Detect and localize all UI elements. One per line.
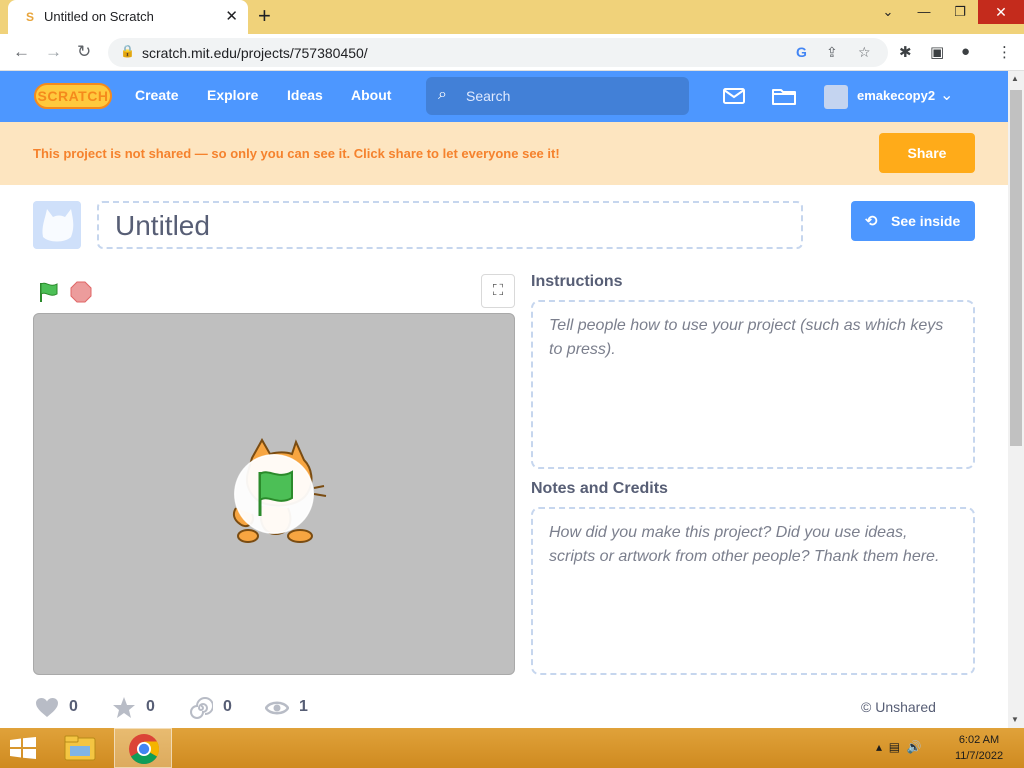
remix-spiral-icon [190, 697, 213, 719]
see-inside-label: See inside [891, 213, 961, 229]
fullscreen-icon[interactable]: ⛶ [481, 274, 515, 308]
address-bar[interactable]: 🔒 scratch.mit.edu/projects/757380450/ G … [108, 38, 888, 67]
bookmark-star-icon[interactable]: ☆ [858, 44, 871, 61]
scroll-down-icon[interactable]: ▼ [1011, 715, 1019, 724]
chrome-icon [129, 734, 160, 765]
instructions-placeholder: Tell people how to use your project (suc… [549, 317, 944, 358]
scratch-favicon-icon: S [26, 10, 35, 24]
url-text: scratch.mit.edu/projects/757380450/ [142, 45, 368, 61]
lock-icon[interactable]: 🔒 [120, 44, 135, 58]
nav-explore[interactable]: Explore [207, 87, 258, 103]
green-flag-icon[interactable] [38, 281, 60, 303]
browser-tab-bar: S Untitled on Scratch ✕ + ⌄ — ❐ ✕ [0, 0, 1024, 34]
taskbar-clock[interactable]: 6:02 AM 11/7/2022 [950, 732, 1008, 764]
google-lens-icon[interactable]: G [796, 44, 807, 60]
share-status: © Unshared [861, 699, 936, 715]
banner-message: This project is not shared — so only you… [33, 146, 560, 161]
window-controls: ⌄ — ❐ ✕ [870, 0, 1024, 28]
share-page-icon[interactable]: ⇪ [826, 44, 838, 61]
windows-taskbar: ▴ ▤ 🔊 6:02 AM 11/7/2022 [0, 728, 1024, 768]
my-stuff-folder-icon[interactable] [771, 84, 797, 108]
scroll-up-icon[interactable]: ▲ [1011, 74, 1019, 83]
windows-start-icon[interactable] [9, 737, 37, 759]
clock-date: 11/7/2022 [954, 750, 1004, 762]
tab-title: Untitled on Scratch [44, 9, 154, 24]
back-icon[interactable]: ← [13, 42, 30, 62]
messages-icon[interactable] [722, 84, 746, 108]
share-button[interactable]: Share [879, 133, 975, 173]
project-thumbnail [33, 201, 81, 249]
nav-ideas[interactable]: Ideas [287, 87, 323, 103]
instructions-heading: Instructions [531, 273, 623, 290]
forward-icon[interactable]: → [45, 42, 62, 62]
search-box: ⌕ [426, 77, 689, 115]
reload-icon[interactable]: ↻ [77, 42, 91, 62]
star-icon [113, 697, 135, 718]
search-input[interactable] [466, 85, 676, 107]
profile-icon[interactable]: ● [961, 43, 970, 60]
scratch-logo[interactable]: SCRATCH [34, 83, 112, 109]
clock-time: 6:02 AM [958, 734, 1000, 746]
heart-icon [36, 698, 58, 717]
play-overlay-flag-icon[interactable] [234, 454, 314, 534]
see-inside-button[interactable]: ⟲ See inside [851, 201, 975, 241]
project-title[interactable]: Untitled [115, 210, 210, 242]
tab-search-chevron-icon[interactable]: ⌄ [870, 0, 906, 24]
notes-credits-heading: Notes and Credits [531, 480, 668, 497]
notes-credits-textarea[interactable]: How did you make this project? Did you u… [531, 507, 975, 675]
stop-sign-icon[interactable] [70, 281, 92, 303]
search-icon: ⌕ [438, 86, 447, 103]
project-stage[interactable] [33, 313, 515, 675]
views-count: 1 [299, 698, 308, 715]
new-tab-icon[interactable]: + [258, 3, 271, 29]
restore-icon[interactable]: ❐ [942, 0, 978, 24]
browser-tab[interactable]: S Untitled on Scratch ✕ [8, 0, 248, 34]
scratch-navbar: SCRATCH Create Explore Ideas About ⌕ ema… [0, 71, 1008, 122]
browser-toolbar: ← → ↻ 🔒 scratch.mit.edu/projects/7573804… [0, 34, 1024, 71]
menu-kebab-icon[interactable]: ⋮ [997, 43, 1012, 61]
eye-icon [265, 701, 289, 715]
notes-placeholder: How did you make this project? Did you u… [549, 524, 940, 565]
side-panel-icon[interactable]: ▣ [930, 43, 944, 61]
tab-close-icon[interactable]: ✕ [225, 7, 238, 25]
favorite-count: 0 [146, 698, 155, 715]
chrome-taskbar-button[interactable] [114, 728, 172, 768]
instructions-textarea[interactable]: Tell people how to use your project (suc… [531, 300, 975, 469]
system-tray-icons[interactable]: ▴ ▤ 🔊 [876, 740, 922, 754]
minimize-icon[interactable]: — [906, 0, 942, 24]
nav-create[interactable]: Create [135, 87, 179, 103]
love-count: 0 [69, 698, 78, 715]
not-shared-banner: This project is not shared — so only you… [0, 122, 1008, 185]
scrollbar-thumb[interactable] [1010, 90, 1022, 446]
file-explorer-icon[interactable] [62, 732, 98, 764]
project-title-field[interactable]: Untitled [97, 201, 803, 249]
nav-about[interactable]: About [351, 87, 391, 103]
remix-arrows-icon: ⟲ [865, 213, 878, 230]
extensions-icon[interactable]: ✱ [899, 43, 912, 61]
chevron-down-icon[interactable]: ⌄ [940, 85, 953, 105]
window-close-icon[interactable]: ✕ [978, 0, 1024, 24]
username[interactable]: emakecopy2 [857, 88, 935, 103]
user-avatar[interactable] [824, 85, 848, 109]
remix-count: 0 [223, 698, 232, 715]
